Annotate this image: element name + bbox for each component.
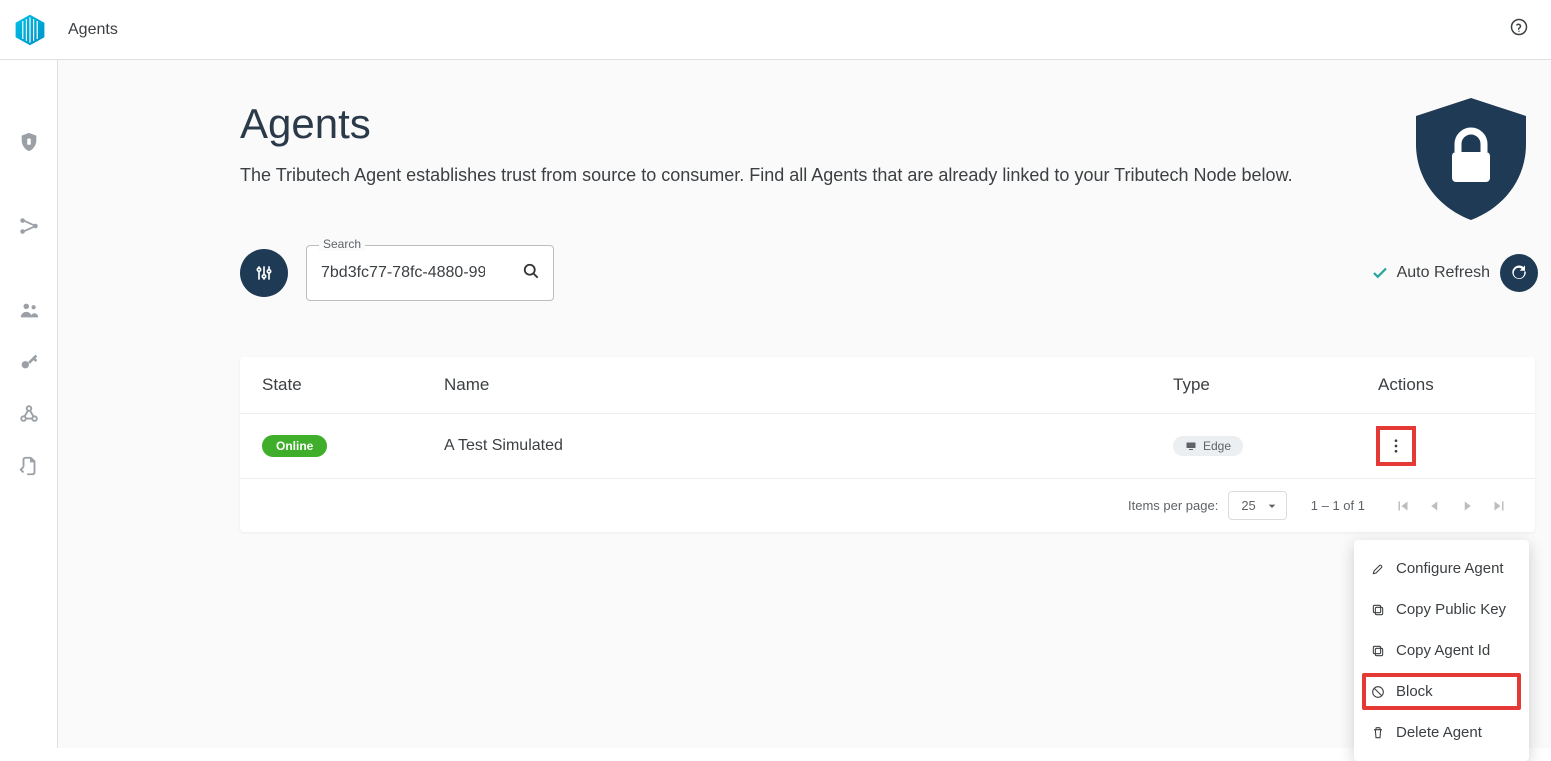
search-icon[interactable] [521,261,541,286]
items-per-page-label: Items per page: [1128,498,1218,513]
sidebar-item-webhook[interactable] [17,402,41,426]
menu-label: Block [1396,683,1433,700]
page-prev-button[interactable] [1421,492,1449,520]
agent-name-cell: A Test Simulated [426,414,1155,479]
menu-label: Delete Agent [1396,724,1482,741]
filter-button[interactable] [240,249,288,297]
chevron-down-icon [1264,498,1280,514]
col-state[interactable]: State [240,357,426,414]
col-actions: Actions [1360,357,1535,414]
app-logo[interactable] [10,10,50,50]
refresh-button[interactable] [1500,254,1538,292]
menu-delete-agent[interactable]: Delete Agent [1354,712,1529,753]
agents-table: State Name Type Actions Online A Test Si… [240,357,1535,478]
sidebar-item-security[interactable] [17,130,41,154]
search-input[interactable] [319,263,487,283]
sidebar-item-file[interactable] [17,454,41,478]
items-per-page-value: 25 [1241,498,1255,513]
page-first-button[interactable] [1389,492,1417,520]
sidebar-item-users[interactable] [17,298,41,322]
menu-label: Copy Public Key [1396,601,1506,618]
shield-lock-icon [1406,94,1536,224]
search-field[interactable]: Search [306,245,554,301]
agents-table-card: State Name Type Actions Online A Test Si… [240,357,1535,532]
help-icon[interactable] [1509,17,1529,42]
state-badge: Online [262,435,327,457]
topbar: Agents [0,0,1551,60]
page-next-button[interactable] [1453,492,1481,520]
page-last-button[interactable] [1485,492,1513,520]
pagination-range: 1 – 1 of 1 [1311,498,1365,513]
sidebar-item-key[interactable] [17,350,41,374]
row-actions-button[interactable] [1378,428,1414,464]
menu-copy-public-key[interactable]: Copy Public Key [1354,589,1529,630]
sidebar [0,60,58,748]
menu-label: Configure Agent [1396,560,1504,577]
menu-label: Copy Agent Id [1396,642,1490,659]
search-label: Search [319,237,365,251]
menu-configure-agent[interactable]: Configure Agent [1354,548,1529,589]
page-subtitle: The Tributech Agent establishes trust fr… [240,162,1340,189]
main-area: Agents The Tributech Agent establishes t… [58,60,1551,748]
page-title: Agents [240,100,1350,148]
auto-refresh-label: Auto Refresh [1397,264,1490,282]
menu-block[interactable]: Block [1354,671,1529,712]
table-footer: Items per page: 25 1 – 1 of 1 [240,478,1535,532]
type-label: Edge [1203,439,1231,453]
breadcrumb: Agents [68,21,118,39]
menu-copy-agent-id[interactable]: Copy Agent Id [1354,630,1529,671]
auto-refresh-toggle[interactable]: Auto Refresh [1371,264,1490,282]
col-type[interactable]: Type [1155,357,1360,414]
pagination-nav [1389,492,1513,520]
col-name[interactable]: Name [426,357,1155,414]
items-per-page-select[interactable]: 25 [1228,491,1286,520]
sidebar-item-network[interactable] [17,214,41,238]
table-row[interactable]: Online A Test Simulated Edge [240,414,1535,479]
actions-menu: Configure Agent Copy Public Key Copy Age… [1354,540,1529,761]
search-row: Search Auto Refresh [240,245,1538,301]
type-badge: Edge [1173,436,1243,456]
